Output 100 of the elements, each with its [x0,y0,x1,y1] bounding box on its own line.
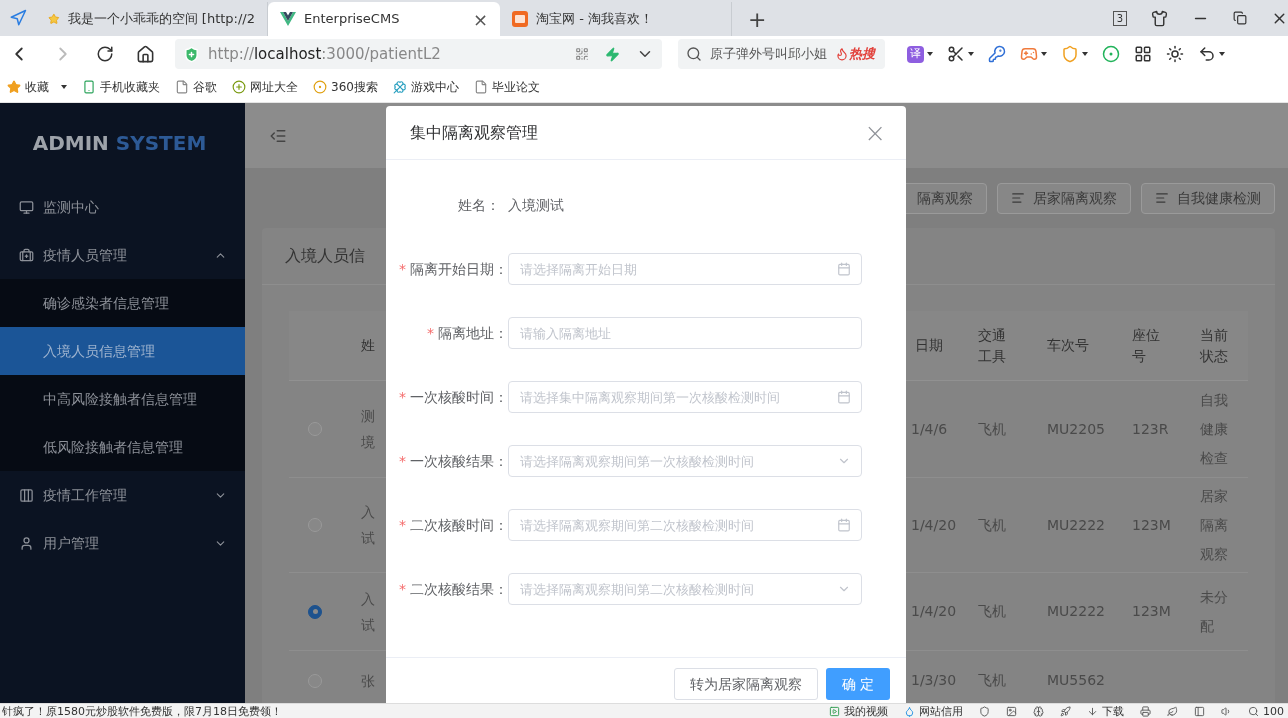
train-cell: MU2222 [1047,603,1105,619]
document-icon [175,80,189,94]
v-logo-icon [280,12,296,26]
play-icon[interactable] [829,705,840,717]
column-header: 姓 [361,336,376,355]
leaf-icon[interactable] [1167,705,1178,717]
select-field[interactable]: 请选择隔离观察期间第二次核酸检测时间 [508,573,862,605]
name-text: 张 [361,671,376,691]
secondary-button[interactable]: 转为居家隔离观察 [674,668,818,700]
radio-button[interactable] [308,604,322,619]
tab-title: 淘宝网 - 淘我喜欢！ [536,10,654,29]
search-text: 原子弹外号叫邱小姐 [710,45,827,64]
search-field[interactable]: 原子弹外号叫邱小姐 热搜 [678,39,885,69]
bookmark-link[interactable]: 360搜索 [331,78,378,96]
name-text: 试 [361,615,376,635]
date-field[interactable]: 请选择隔离观察期间第二次核酸检测时间 [508,509,862,541]
bookmark-link[interactable]: 谷歌 [193,78,217,96]
column-header: 座位号 [1132,325,1161,366]
train-cell: MU2205 [1047,420,1105,437]
translate-button[interactable]: 译 [907,45,924,63]
submenu-item[interactable]: 入境人员信息管理 [0,327,245,375]
column-header: 车次号 [1047,336,1089,355]
field-label: 一次核酸结果： [410,451,508,471]
seat-cell: 123M [1132,603,1171,619]
undo-icon[interactable] [1198,45,1216,63]
required-mark: * [399,579,406,599]
status-label[interactable]: 下载 [1102,705,1124,717]
bookmark-link[interactable]: 手机收藏夹 [100,78,160,96]
close-tab-button[interactable]: × [472,5,488,33]
menu-item[interactable]: 用户管理 [0,519,245,567]
caret-icon[interactable] [1041,52,1047,56]
status-label[interactable]: 100 [1263,705,1284,717]
caret-icon[interactable] [968,52,974,56]
menu-item[interactable]: 监测中心 [0,183,245,231]
tab-count[interactable]: 3 [1112,10,1127,26]
menu-item[interactable]: 疫情工作管理 [0,471,245,519]
address-field[interactable]: http://localhost:3000/patientL2 [175,39,662,69]
column-header: 日期 [915,336,943,355]
required-mark: * [427,323,434,343]
bookmark-link[interactable]: 收藏 [25,78,49,96]
star-icon [48,11,60,27]
caret-icon[interactable] [1219,52,1225,56]
date-cell: 1/4/20 [911,516,957,533]
input-field[interactable]: 请输入隔离地址 [508,317,862,349]
download-icon[interactable] [1087,705,1098,717]
key-icon[interactable] [988,45,1006,63]
tab-title: 我是一个小乖乖的空间 [http://2 [67,10,255,29]
bookmark-link[interactable]: 网址大全 [250,78,298,96]
date-field[interactable]: 请选择隔离开始日期 [508,253,862,285]
phone-icon [82,80,96,94]
document-icon [473,80,488,94]
status-label[interactable]: 我的视频 [844,705,888,717]
hot-label: 热搜 [849,45,875,64]
caret-icon[interactable] [1082,52,1088,56]
restore-icon[interactable] [1233,11,1247,25]
submenu-item[interactable]: 低风险接触者信息管理 [0,423,245,471]
column-header: 交通工具 [978,325,1007,366]
ad-text[interactable]: 针疯了！原1580元炒股软件免费版，限7月18日免费领！ [0,705,282,717]
rocket-icon[interactable] [1060,705,1071,717]
ring-icon[interactable] [1102,45,1120,63]
bookmark-link[interactable]: 毕业论文 [491,78,540,96]
printer-icon[interactable] [1140,705,1151,717]
submenu-item[interactable]: 中高风险接触者信息管理 [0,375,245,423]
shirt-icon[interactable] [1151,9,1168,27]
search-icon[interactable] [1248,705,1259,717]
menu-item[interactable]: 疫情人员管理 [0,231,245,279]
sun-icon[interactable] [1166,45,1184,63]
scissors-icon[interactable] [947,45,965,63]
speaker-icon[interactable] [1221,705,1232,717]
submenu-item[interactable]: 确诊感染者信息管理 [0,279,245,327]
field-label: 一次核酸时间： [410,387,508,407]
home-icon[interactable] [136,44,155,64]
card-title: 入境人员信 [285,245,365,267]
required-mark: * [399,451,406,471]
date-cell: 1/3/30 [911,672,957,688]
image-icon[interactable] [1006,705,1017,717]
train-cell: MU5562 [1047,672,1105,688]
shield-icon[interactable] [979,705,990,717]
browser-tab[interactable]: EnterpriseCMS × [268,2,500,36]
new-tab-button[interactable]: + [732,2,783,36]
qr-icon[interactable] [575,47,589,61]
transport-cell: 飞机 [978,516,1006,533]
bookmark-link[interactable]: 游戏中心 [410,78,459,96]
url-text: http://localhost:3000/patientL2 [208,43,442,65]
drop-icon[interactable] [904,705,915,717]
field-label: 隔离开始日期： [410,259,508,279]
caret-icon[interactable] [61,85,67,89]
required-mark: * [399,259,406,279]
reload-icon[interactable] [96,45,114,63]
caret-icon[interactable] [927,52,933,56]
brain-icon[interactable] [1033,705,1044,717]
grid-icon[interactable] [1134,45,1152,63]
navigation-icon[interactable] [9,9,27,27]
status-label[interactable]: 网站信用 [919,705,963,717]
transport-cell: 飞机 [978,420,1006,437]
app-logo: ADMIN SYSTEM [32,130,207,157]
name-text: 试 [361,529,376,548]
panel-icon[interactable] [1194,705,1205,717]
clover-icon [392,80,407,94]
name-text: 入 [361,589,376,609]
